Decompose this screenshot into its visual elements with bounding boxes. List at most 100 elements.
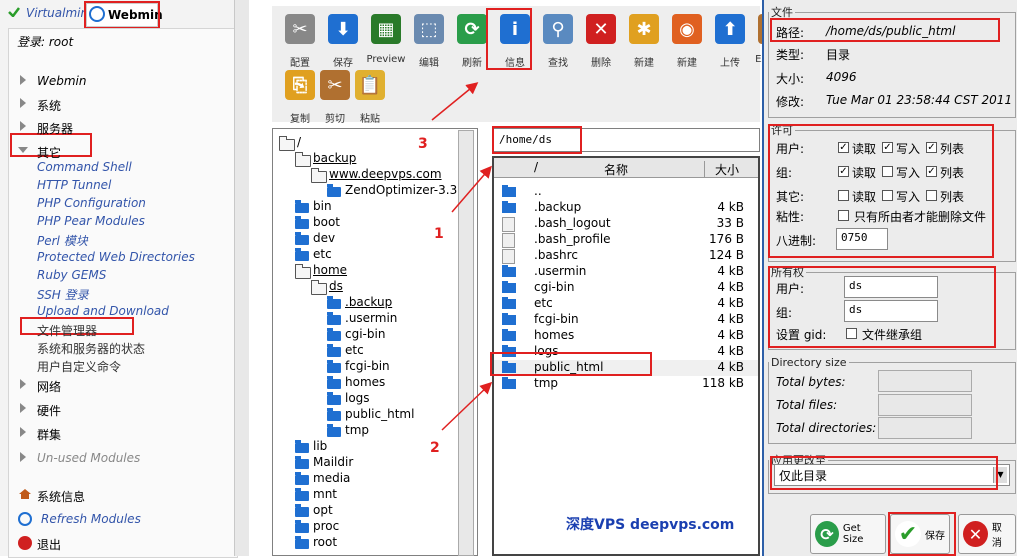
toolbar-button[interactable]: ⬚ 编辑 [407, 10, 451, 69]
toolbar-button[interactable]: 📋 粘贴 [348, 66, 392, 125]
tree-node[interactable]: boot [313, 215, 340, 229]
file-row[interactable]: .backup 4 kB [494, 200, 758, 216]
file-row[interactable]: .. [494, 184, 758, 200]
sort-column[interactable]: / [534, 160, 538, 174]
tree-node[interactable]: lib [313, 439, 327, 453]
file-row[interactable]: tmp 118 kB [494, 376, 758, 392]
file-row[interactable]: logs 4 kB [494, 344, 758, 360]
tree-node[interactable]: proc [313, 519, 339, 533]
toolbar-button[interactable]: ◉ 新建 [665, 10, 709, 69]
perm-checkbox[interactable] [838, 190, 849, 201]
other-menu-item[interactable]: Protected Web Directories [37, 250, 195, 264]
tree-node[interactable]: fcgi-bin [345, 359, 390, 373]
nav-category[interactable]: 群集 [37, 426, 61, 443]
toolbar-button[interactable]: i 信息 [493, 10, 537, 69]
webmin-tab[interactable]: Webmin [86, 3, 163, 27]
other-menu-item[interactable]: HTTP Tunnel [37, 178, 111, 192]
tree-node[interactable]: tmp [345, 423, 369, 437]
perm-checkbox[interactable]: ✓ [926, 142, 937, 153]
tree-node[interactable]: ZendOptimizer-3.3. [345, 183, 461, 197]
virtualmin-tab[interactable]: Virtualmin [26, 6, 88, 20]
perm-checkbox[interactable] [882, 190, 893, 201]
tree-node[interactable]: etc [345, 343, 364, 357]
sticky-checkbox[interactable] [838, 210, 849, 221]
perm-checkbox[interactable] [882, 166, 893, 177]
other-menu-item[interactable]: Ruby GEMS [37, 268, 106, 282]
toolbar-button[interactable]: ✕ 删除 [579, 10, 623, 69]
file-row[interactable]: .usermin 4 kB [494, 264, 758, 280]
tree-node[interactable]: Maildir [313, 455, 353, 469]
setgid-checkbox[interactable] [846, 328, 857, 339]
other-menu-item[interactable]: Command Shell [37, 160, 132, 174]
tree-node[interactable]: backup [313, 151, 356, 165]
perm-checkbox[interactable]: ✓ [926, 166, 937, 177]
tree-node[interactable]: homes [345, 375, 385, 389]
nav-category[interactable]: Un-used Modules [37, 451, 140, 465]
nav-category[interactable]: 其它 [37, 144, 61, 161]
logout-link[interactable]: 退出 [37, 536, 61, 553]
perm-checkbox[interactable] [926, 190, 937, 201]
tree-node[interactable]: .backup [345, 295, 392, 309]
file-row[interactable]: .bash_logout 33 B [494, 216, 758, 232]
tree-node[interactable]: .usermin [345, 311, 397, 325]
tree-node[interactable]: www.deepvps.com [329, 167, 442, 181]
file-row[interactable]: .bashrc 124 B [494, 248, 758, 264]
toolbar-button[interactable]: ⟳ 刷新 [450, 10, 494, 69]
owner-group-input[interactable]: ds [844, 300, 938, 322]
tree-node[interactable]: ds [329, 279, 343, 293]
other-menu-item[interactable]: Perl 模块 [37, 232, 88, 249]
get-size-button[interactable]: ⟳ Get Size [810, 514, 886, 554]
toolbar-button[interactable]: ⚲ 查找 [536, 10, 580, 69]
name-column-header[interactable]: 名称 [604, 161, 628, 178]
cancel-button[interactable]: ✕ 取消 [958, 514, 1016, 554]
size-column-header[interactable]: 大小 [704, 161, 739, 178]
file-row[interactable]: public_html 4 kB [494, 360, 758, 376]
other-menu-item[interactable]: PHP Pear Modules [37, 214, 145, 228]
file-row[interactable]: homes 4 kB [494, 328, 758, 344]
tree-scrollbar[interactable] [458, 130, 474, 556]
refresh-modules-link[interactable]: Refresh Modules [41, 512, 141, 526]
other-menu-item[interactable]: SSH 登录 [37, 286, 89, 303]
nav-category[interactable]: Webmin [37, 74, 87, 88]
file-row[interactable]: fcgi-bin 4 kB [494, 312, 758, 328]
tree-node[interactable]: etc [313, 247, 332, 261]
save-button[interactable]: ✔ 保存 [890, 514, 950, 554]
other-menu-item[interactable]: 文件管理器 [37, 322, 97, 339]
perm-checkbox[interactable]: ✓ [882, 142, 893, 153]
file-row[interactable]: cgi-bin 4 kB [494, 280, 758, 296]
toolbar-button[interactable]: ✂ 配置 [278, 10, 322, 69]
perm-checkbox[interactable]: ✓ [838, 142, 849, 153]
file-row[interactable]: .bash_profile 176 B [494, 232, 758, 248]
other-menu-item[interactable]: 用户自定义命令 [37, 358, 121, 375]
apply-select[interactable]: 仅此目录 ▼ [774, 464, 1010, 486]
tree-node[interactable]: public_html [345, 407, 414, 421]
toolbar-button[interactable]: ▦ Preview [364, 10, 408, 66]
file-row[interactable]: etc 4 kB [494, 296, 758, 312]
sidebar-scrollbar[interactable] [234, 0, 249, 556]
toolbar-button[interactable]: ⬆ 上传 [708, 10, 752, 69]
toolbar-button[interactable]: ✱ 新建 [622, 10, 666, 69]
file-list[interactable]: / 名称 大小 .. .backup 4 kB .bash_logout 33 B .ba… [492, 156, 760, 556]
owner-user-input[interactable]: ds [844, 276, 938, 298]
nav-category[interactable]: 网络 [37, 378, 61, 395]
other-menu-item[interactable]: Upload and Download [37, 304, 169, 318]
nav-category[interactable]: 系统 [37, 97, 61, 114]
tree-node[interactable]: home [313, 263, 347, 277]
nav-category[interactable]: 服务器 [37, 120, 73, 137]
tree-node[interactable]: root [313, 535, 337, 549]
tree-node[interactable]: media [313, 471, 350, 485]
octal-input[interactable]: 0750 [836, 228, 888, 250]
tree-node[interactable]: / [297, 135, 301, 149]
tree-node[interactable]: cgi-bin [345, 327, 385, 341]
tree-node[interactable]: logs [345, 391, 370, 405]
directory-tree[interactable]: / backup www.deepvps.com ZendOptimizer-3.3.… [272, 128, 478, 556]
tree-node[interactable]: opt [313, 503, 333, 517]
nav-category[interactable]: 硬件 [37, 402, 61, 419]
tree-node[interactable]: dev [313, 231, 335, 245]
toolbar-button[interactable]: ⬇ 保存 [321, 10, 365, 69]
sysinfo-link[interactable]: 系统信息 [37, 488, 85, 505]
tree-node[interactable]: mnt [313, 487, 337, 501]
perm-checkbox[interactable]: ✓ [838, 166, 849, 177]
tree-node[interactable]: bin [313, 199, 332, 213]
other-menu-item[interactable]: PHP Configuration [37, 196, 146, 210]
